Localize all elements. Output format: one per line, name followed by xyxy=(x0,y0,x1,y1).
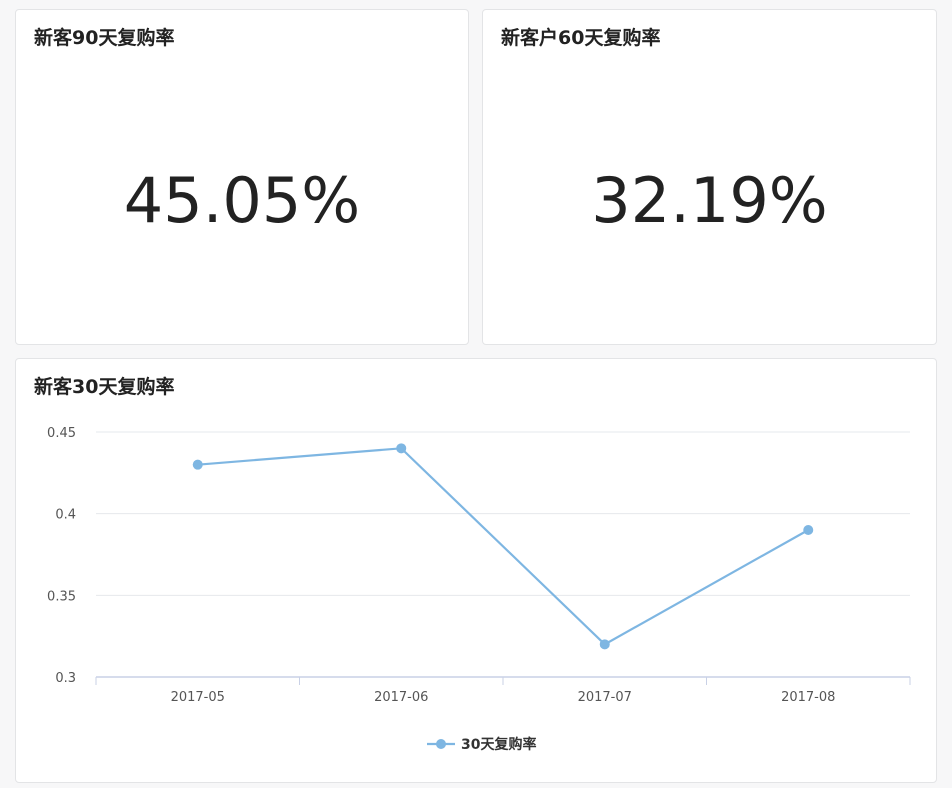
grid-lines xyxy=(96,431,910,596)
x-tick-label: 2017-05 xyxy=(171,690,225,705)
series-line xyxy=(197,447,809,646)
y-tick-label: 0.3 xyxy=(55,671,76,686)
legend[interactable]: 30天复购率 xyxy=(427,736,536,753)
data-point[interactable] xyxy=(803,525,814,535)
series-30day-repurchase xyxy=(192,443,814,650)
x-axis-ticks: 2017-05 2017-06 2017-07 2017-08 xyxy=(171,690,836,705)
kpi-card-90day: 新客90天复购率 45.05% xyxy=(15,9,469,345)
data-point[interactable] xyxy=(599,639,610,650)
kpi-title-60day: 新客户60天复购率 xyxy=(501,27,661,49)
kpi-value-60day: 32.19% xyxy=(591,164,828,237)
data-point[interactable] xyxy=(396,443,407,454)
line-chart: 0.30.350.40.45 2017-05 2017-06 2017-07 2017… xyxy=(47,426,911,753)
kpi-value-90day: 45.05% xyxy=(123,164,361,237)
chart-card-30day: 新客30天复购率 0.3 0.35 0.4 0.45 2017-05 2017-06 20… xyxy=(15,358,937,783)
legend-marker-dot xyxy=(436,739,446,749)
x-tick-label: 2017-08 xyxy=(781,690,835,705)
x-axis xyxy=(95,676,911,685)
y-tick-label: 0.35 xyxy=(47,589,76,604)
kpi-title-90day: 新客90天复购率 xyxy=(34,27,175,49)
y-axis-ticks: 0.3 0.35 0.4 0.45 xyxy=(47,426,76,686)
y-tick-label: 0.45 xyxy=(47,426,76,441)
x-tick-label: 2017-06 xyxy=(374,690,428,705)
y-tick-label: 0.4 xyxy=(55,508,76,523)
legend-label: 30天复购率 xyxy=(461,736,536,753)
data-point[interactable] xyxy=(192,459,203,470)
kpi-card-60day: 新客户60天复购率 32.19% xyxy=(482,9,937,345)
x-tick-label: 2017-07 xyxy=(578,690,632,705)
